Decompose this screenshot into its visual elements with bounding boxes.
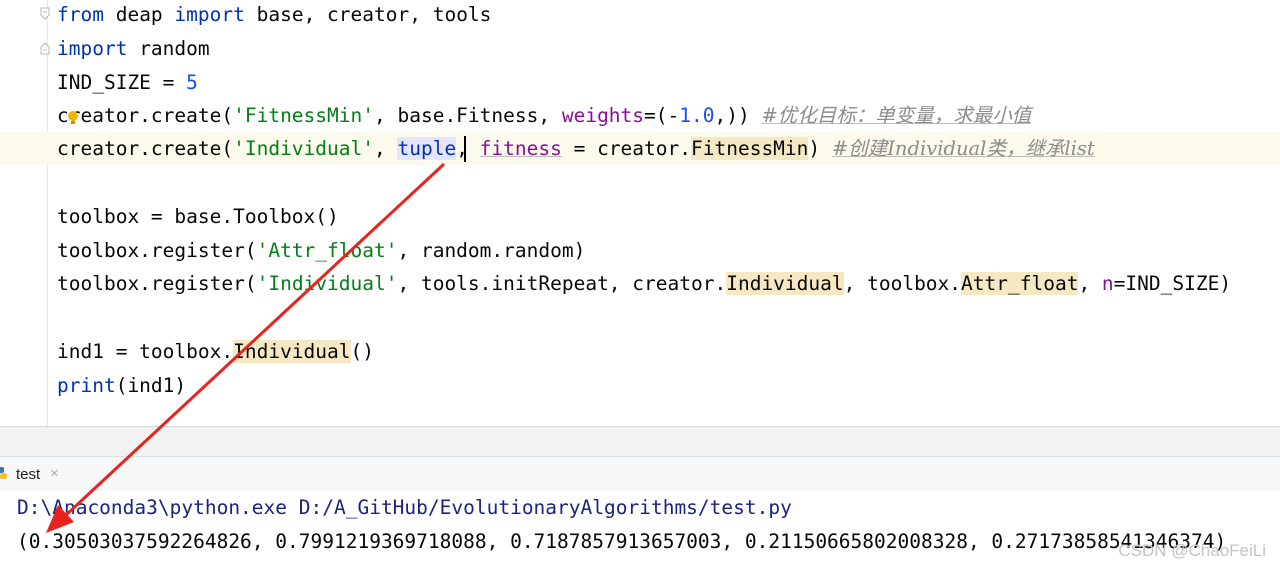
gutter-divider bbox=[47, 0, 48, 426]
highlighted-identifier: Attr_float bbox=[961, 272, 1079, 295]
code-text: , random.random) bbox=[397, 239, 586, 262]
code-line-8[interactable]: toolbox.register('Attr_float', random.ra… bbox=[57, 236, 585, 266]
intention-bulb-icon[interactable] bbox=[67, 111, 79, 125]
console-output-line: (0.30503037592264826, 0.7991219369718088… bbox=[17, 530, 1227, 553]
string-literal: 'FitnessMin' bbox=[233, 104, 374, 127]
code-text: IND_SIZE = bbox=[57, 71, 187, 94]
code-text: (ind1) bbox=[115, 374, 187, 397]
code-text: () bbox=[350, 340, 374, 363]
keyword-argument: fitness bbox=[479, 137, 562, 160]
code-comment: #优化目标：单变量，求最小值 bbox=[761, 104, 1032, 127]
code-line-7[interactable]: toolbox = base.Toolbox() bbox=[57, 202, 339, 232]
code-text: , base.Fitness, bbox=[374, 104, 562, 127]
code-line-1[interactable]: from deap import base, creator, tools bbox=[57, 0, 491, 30]
code-editor[interactable]: from deap import base, creator, tools im… bbox=[0, 0, 1280, 426]
code-text: , tools.initRepeat, creator. bbox=[397, 272, 727, 295]
code-line-5[interactable]: creator.create('Individual', tuple, fitn… bbox=[57, 134, 1095, 164]
code-line-3[interactable]: IND_SIZE = 5 bbox=[57, 68, 198, 98]
keyword: import bbox=[57, 37, 128, 60]
code-text: random bbox=[127, 37, 210, 60]
code-text: creator.create( bbox=[57, 104, 234, 127]
highlighted-identifier: Individual bbox=[233, 340, 351, 363]
highlighted-identifier: Individual bbox=[726, 272, 844, 295]
panel-splitter[interactable] bbox=[0, 426, 1280, 457]
code-line-2[interactable]: import random bbox=[57, 34, 210, 64]
run-console[interactable]: D:\Anaconda3\python.exe D:/A_GitHub/Evol… bbox=[0, 491, 1280, 573]
code-text: toolbox = base.Toolbox() bbox=[57, 205, 339, 228]
editor-gutter bbox=[0, 0, 47, 426]
code-text: base, creator, tools bbox=[244, 3, 492, 26]
code-text: ind1 = toolbox. bbox=[57, 340, 234, 363]
python-file-icon bbox=[0, 467, 7, 479]
code-text: , bbox=[1078, 272, 1102, 295]
fold-icon[interactable] bbox=[39, 7, 51, 21]
code-text: deap bbox=[103, 3, 175, 26]
text-caret bbox=[464, 136, 466, 162]
string-literal: 'Individual' bbox=[256, 272, 398, 295]
keyword: import bbox=[174, 3, 245, 26]
run-tab-bar: test × bbox=[0, 456, 1280, 492]
number-literal: 5 bbox=[186, 71, 198, 94]
code-text: , bbox=[456, 137, 480, 160]
code-text: ) bbox=[808, 137, 832, 160]
code-text: = creator. bbox=[561, 137, 691, 160]
string-literal: 'Attr_float' bbox=[256, 239, 398, 262]
code-text: =(- bbox=[644, 104, 680, 127]
watermark: CSDN @ChaoFeiLi bbox=[1118, 541, 1266, 560]
code-text: ,)) bbox=[714, 104, 762, 127]
code-line-11[interactable]: ind1 = toolbox.Individual() bbox=[57, 337, 374, 367]
run-tab-label: test bbox=[16, 466, 41, 483]
keyword: from bbox=[57, 3, 104, 26]
code-line-12[interactable]: print(ind1) bbox=[57, 371, 186, 401]
code-text: creator.create( bbox=[57, 137, 234, 160]
code-text: toolbox.register( bbox=[57, 239, 257, 262]
code-text: , bbox=[374, 137, 398, 160]
highlighted-identifier: FitnessMin bbox=[691, 137, 809, 160]
console-command-line: D:\Anaconda3\python.exe D:/A_GitHub/Evol… bbox=[17, 496, 792, 519]
string-literal: 'Individual' bbox=[233, 137, 374, 160]
code-comment: #创建Individual类，继承list bbox=[831, 137, 1095, 160]
builtin-function: print bbox=[57, 374, 116, 397]
fold-icon[interactable] bbox=[39, 41, 51, 55]
keyword-argument: weights bbox=[561, 104, 645, 127]
code-text: toolbox.register( bbox=[57, 272, 257, 295]
code-text: , toolbox. bbox=[843, 272, 962, 295]
code-line-9[interactable]: toolbox.register('Individual', tools.ini… bbox=[57, 269, 1231, 299]
number-literal: 1.0 bbox=[679, 104, 715, 127]
code-line-4[interactable]: creator.create('FitnessMin', base.Fitnes… bbox=[57, 101, 1031, 131]
code-text: =IND_SIZE) bbox=[1113, 272, 1232, 295]
builtin-type: tuple bbox=[397, 137, 457, 160]
close-icon[interactable]: × bbox=[50, 465, 59, 482]
keyword-argument: n bbox=[1101, 272, 1114, 295]
